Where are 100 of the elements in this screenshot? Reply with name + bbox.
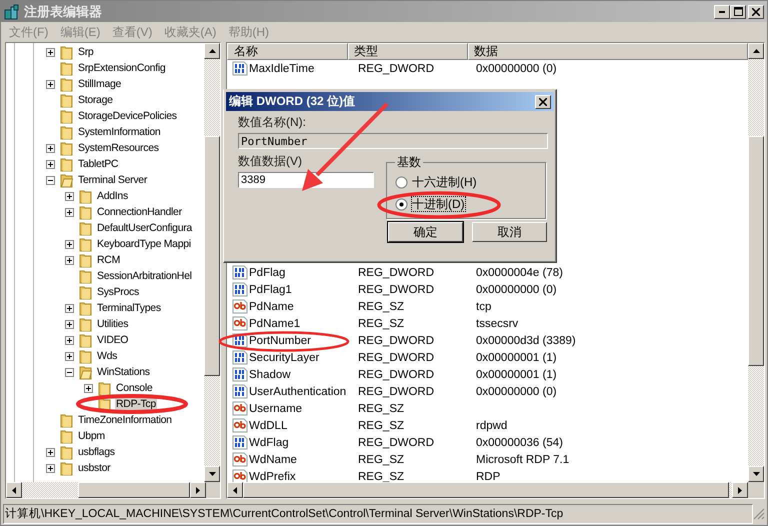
close-button[interactable] <box>748 4 764 18</box>
value-name[interactable]: PdName <box>249 300 294 312</box>
scroll-right-button[interactable] <box>190 482 206 498</box>
scroll-left-button[interactable] <box>6 482 22 498</box>
value-name-field[interactable]: PortNumber <box>238 133 548 149</box>
tree-item[interactable]: SrpExtensionConfig <box>77 61 166 75</box>
tree-item[interactable]: TabletPC <box>77 157 120 171</box>
scroll-up-button[interactable] <box>748 43 764 59</box>
value-name[interactable]: PdFlag1 <box>249 284 292 296</box>
tree-item[interactable]: SessionArbitrationHel <box>96 269 193 283</box>
scrollbar-corner <box>748 482 764 498</box>
collapse-button[interactable] <box>46 176 55 184</box>
scroll-thumb[interactable] <box>204 136 220 376</box>
tree-item[interactable]: RCM <box>96 253 122 267</box>
expand-button[interactable] <box>65 192 74 200</box>
expand-button[interactable] <box>84 384 93 392</box>
value-name[interactable]: WdFlag <box>249 436 289 448</box>
tree-item[interactable]: Srp <box>77 45 94 59</box>
scroll-thumb[interactable] <box>78 482 190 498</box>
tree-item[interactable]: VIDEO <box>96 333 130 347</box>
value-name[interactable]: SecurityLayer <box>249 352 320 364</box>
tree-item[interactable]: TimeZoneInformation <box>77 413 173 427</box>
tree-item[interactable]: StorageDevicePolicies <box>77 109 178 123</box>
expand-button[interactable] <box>65 336 74 344</box>
value-name[interactable]: WdDLL <box>249 420 288 432</box>
expand-button[interactable] <box>46 48 55 56</box>
dialog-button[interactable]: 确定 <box>388 222 463 242</box>
radio-label[interactable]: 十进制(D) <box>412 197 465 211</box>
tree-item[interactable]: Utilities <box>96 317 130 331</box>
value-name[interactable]: PortNumber <box>249 334 311 346</box>
tree-item[interactable]: Wds <box>96 349 118 363</box>
tree-item[interactable]: ConnectionHandler <box>96 205 183 219</box>
value-type: REG_SZ <box>357 402 406 414</box>
minimize-button[interactable] <box>714 4 730 18</box>
value-name[interactable]: MaxIdleTime <box>249 62 314 74</box>
tree-item[interactable]: WinStations <box>96 365 151 379</box>
expand-button[interactable] <box>46 160 55 168</box>
tree-item[interactable]: SystemResources <box>77 141 160 155</box>
tree-item[interactable]: usbflags <box>77 445 116 459</box>
tree-item[interactable]: usbstor <box>77 461 112 475</box>
scroll-left-button[interactable] <box>227 482 243 498</box>
value-data-field[interactable]: 3389 <box>238 172 374 188</box>
expand-button[interactable] <box>46 448 55 456</box>
arrow-down-icon <box>208 472 216 476</box>
collapse-button[interactable] <box>65 368 74 376</box>
expand-button[interactable] <box>46 144 55 152</box>
field-label: 数值数据(V) <box>238 154 302 169</box>
binary-value-icon <box>232 282 248 297</box>
expand-button[interactable] <box>65 256 74 264</box>
tree-item[interactable]: AddIns <box>96 189 129 203</box>
tree-item[interactable]: Terminal Server <box>77 173 148 187</box>
expand-button[interactable] <box>65 240 74 248</box>
value-name[interactable]: PdName1 <box>249 318 300 330</box>
radio-button[interactable] <box>395 198 408 210</box>
expand-button[interactable] <box>65 352 74 360</box>
value-name[interactable]: PdFlag <box>249 266 286 278</box>
value-name[interactable]: UserAuthentication <box>249 386 346 398</box>
value-data: 0x00000000 (0) <box>475 284 558 296</box>
value-name[interactable]: Shadow <box>249 368 291 380</box>
close-button[interactable] <box>535 94 551 108</box>
value-data: tcp <box>475 300 492 312</box>
arrow-up-icon <box>752 49 760 53</box>
scroll-up-button[interactable] <box>204 43 220 59</box>
maximize-icon <box>734 7 742 16</box>
scroll-down-button[interactable] <box>204 466 220 482</box>
scroll-right-button[interactable] <box>732 482 748 498</box>
maximize-button[interactable] <box>730 4 746 18</box>
radio-button[interactable] <box>395 176 408 188</box>
scroll-thumb[interactable] <box>748 136 764 366</box>
tree-item[interactable]: Ubpm <box>77 429 106 443</box>
value-type: REG_SZ <box>357 420 406 432</box>
value-name[interactable]: WdPrefix <box>249 470 296 482</box>
column-header[interactable]: 数据 <box>468 43 748 60</box>
tree-item[interactable]: TerminalTypes <box>96 301 162 315</box>
scrollbar-corner <box>206 482 220 498</box>
tree-item[interactable]: SysProcs <box>96 285 140 299</box>
resize-grip-icon[interactable] <box>753 508 765 520</box>
dialog-button[interactable]: 取消 <box>472 222 547 242</box>
value-name[interactable]: Username <box>249 402 302 414</box>
expand-button[interactable] <box>46 80 55 88</box>
radio-label[interactable]: 十六进制(H) <box>412 175 477 189</box>
tree-item[interactable]: DefaultUserConfigura <box>96 221 193 235</box>
arrow-up-icon <box>208 49 216 53</box>
column-header[interactable]: 类型 <box>348 43 468 60</box>
tree-item[interactable]: KeyboardType Mappi <box>96 237 192 251</box>
tree-item[interactable]: StillImage <box>77 77 122 91</box>
column-header[interactable]: 名称 <box>227 43 348 60</box>
value-type: REG_DWORD <box>357 284 436 296</box>
value-data: 0x00000000 (0) <box>475 62 558 74</box>
tree-item[interactable]: Storage <box>77 93 114 107</box>
expand-button[interactable] <box>46 464 55 472</box>
tree-item[interactable]: SystemInformation <box>77 125 162 139</box>
value-type: REG_DWORD <box>357 368 436 380</box>
tree-item[interactable]: Console <box>115 381 154 395</box>
expand-button[interactable] <box>65 304 74 312</box>
value-name[interactable]: WdName <box>249 454 297 466</box>
string-value-icon <box>232 469 248 482</box>
expand-button[interactable] <box>65 208 74 216</box>
expand-button[interactable] <box>65 320 74 328</box>
scroll-down-button[interactable] <box>748 466 764 482</box>
